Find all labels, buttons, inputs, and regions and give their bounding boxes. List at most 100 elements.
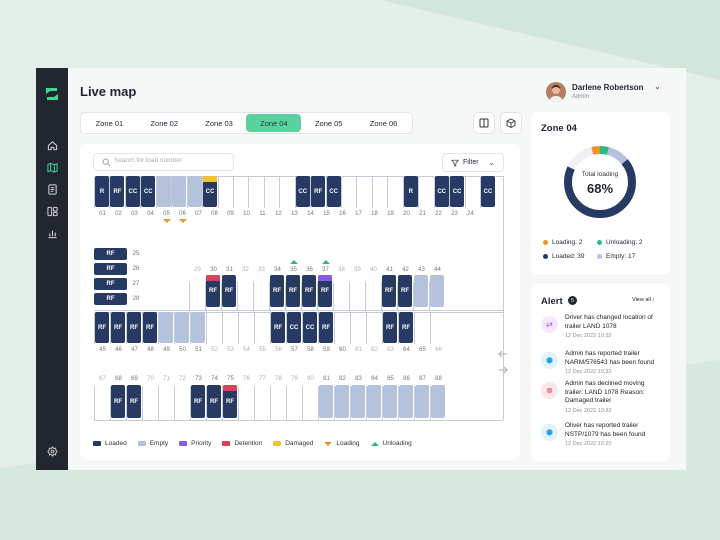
- parking-slot-r1-15[interactable]: CC: [326, 176, 341, 207]
- parking-slot-r4-18[interactable]: [383, 385, 397, 418]
- alert-date: 12 Dec 2022 10:20: [565, 441, 612, 447]
- parking-slot-r4-20[interactable]: [415, 385, 429, 418]
- filter-label: Filter: [463, 159, 479, 166]
- arrow-left-icon[interactable]: [498, 350, 508, 358]
- slot-type-label: RF: [305, 288, 313, 294]
- parking-slot-r2-13[interactable]: RF: [398, 275, 412, 307]
- document-icon[interactable]: [45, 182, 59, 196]
- parking-slot-r4-6[interactable]: RF: [191, 385, 205, 418]
- parking-slot-r1-25[interactable]: CC: [481, 176, 495, 207]
- view-all-link[interactable]: View all ›: [632, 297, 654, 303]
- parking-slot-r4-2[interactable]: RF: [127, 385, 141, 418]
- slot-number: 32: [242, 267, 249, 273]
- parking-slot-r2-8[interactable]: RF: [318, 275, 332, 307]
- parking-slot-r3-12[interactable]: CC: [287, 312, 301, 343]
- parking-slot-r3-19[interactable]: RF: [399, 312, 413, 343]
- parking-slot-r1-1[interactable]: RF: [110, 176, 125, 207]
- parking-slot-r3-0[interactable]: RF: [95, 312, 109, 343]
- alert-text: Oliver has reported trailer NSTP/1079 ha…: [565, 422, 663, 449]
- settings-icon[interactable]: [45, 444, 59, 458]
- parking-slot-r4-15[interactable]: [335, 385, 349, 418]
- tab-zone-2[interactable]: Zone 02: [137, 114, 192, 132]
- parking-slot-r2-2[interactable]: RF: [222, 275, 236, 307]
- parking-slot-r1-0[interactable]: R: [95, 176, 109, 207]
- parking-slot-r1-13[interactable]: CC: [295, 176, 310, 207]
- user-profile[interactable]: Darlene Robertson Admin ⌄: [546, 80, 666, 104]
- parking-slot-r4-14[interactable]: [319, 385, 333, 418]
- parking-slot-r1-2[interactable]: CC: [125, 176, 140, 207]
- parking-slot-r3-4[interactable]: [159, 312, 173, 343]
- parking-slot-r4-17[interactable]: [367, 385, 381, 418]
- tab-zone-5[interactable]: Zone 05: [301, 114, 356, 132]
- slot-type-label: RF: [146, 324, 154, 331]
- parking-slot-side-26[interactable]: RF: [94, 263, 127, 275]
- filter-button[interactable]: Filter ⌄: [442, 153, 504, 172]
- parking-slot-r3-18[interactable]: RF: [383, 312, 397, 343]
- parking-slot-r2-14[interactable]: [414, 275, 428, 307]
- parking-slot-r2-7[interactable]: RF: [302, 275, 316, 307]
- tab-zone-4[interactable]: Zone 04: [246, 114, 302, 132]
- chevron-right-icon: ›: [652, 297, 655, 303]
- parking-slot-r4-1[interactable]: RF: [111, 385, 125, 418]
- tab-zone-1[interactable]: Zone 01: [82, 114, 137, 132]
- parking-slot-r3-3[interactable]: RF: [143, 312, 157, 343]
- parking-slot-r1-5[interactable]: [172, 176, 187, 207]
- split-view-button[interactable]: [473, 112, 495, 134]
- 3d-view-button[interactable]: [500, 112, 522, 134]
- parking-slot-r4-19[interactable]: [399, 385, 413, 418]
- slot-number: 82: [339, 376, 346, 382]
- parking-slot-side-28[interactable]: RF: [94, 293, 127, 305]
- slot-type-label: RF: [274, 324, 282, 331]
- map-icon[interactable]: [45, 160, 59, 174]
- slot-number: 23: [451, 211, 458, 217]
- parking-slot-r2-6[interactable]: RF: [286, 275, 300, 307]
- parking-slot-r1-4[interactable]: [156, 176, 171, 207]
- parking-slot-side-25[interactable]: RF: [94, 248, 127, 260]
- parking-slot-r1-7[interactable]: CC: [203, 176, 218, 207]
- zone-stat: Unloading: 2: [597, 239, 643, 246]
- parking-slot-r2-5[interactable]: RF: [270, 275, 284, 307]
- parking-slot-r1-3[interactable]: CC: [141, 176, 156, 207]
- parking-slot-r3-13[interactable]: CC: [303, 312, 317, 343]
- tab-zone-3[interactable]: Zone 03: [192, 114, 247, 132]
- legend-swatch: [137, 441, 146, 446]
- parking-slot-r3-14[interactable]: RF: [319, 312, 333, 343]
- parking-slot-r4-7[interactable]: RF: [207, 385, 221, 418]
- parking-slot-r4-16[interactable]: [351, 385, 365, 418]
- search-input[interactable]: [114, 157, 229, 164]
- slot-number: 71: [163, 376, 170, 382]
- parking-slot-r2-15[interactable]: [430, 275, 444, 307]
- stat-dot: [597, 240, 602, 245]
- slot-number: 83: [355, 376, 362, 382]
- slot-type-label: RF: [106, 296, 115, 302]
- parking-slot-r3-6[interactable]: [191, 312, 205, 343]
- slot-number: 01: [99, 211, 106, 217]
- slot-type-label: RF: [113, 188, 122, 195]
- parking-slot-r3-5[interactable]: [175, 312, 189, 343]
- home-icon[interactable]: [45, 138, 59, 152]
- parking-slot-r3-11[interactable]: RF: [271, 312, 285, 343]
- layout-icon[interactable]: [45, 204, 59, 218]
- parking-slot-r3-1[interactable]: RF: [111, 312, 125, 343]
- tab-zone-6[interactable]: Zone 06: [356, 114, 411, 132]
- slot-number: 16: [339, 211, 346, 217]
- parking-slot-r1-22[interactable]: CC: [434, 176, 449, 207]
- parking-slot-side-27[interactable]: RF: [94, 278, 127, 290]
- grid-line: [253, 282, 254, 310]
- arrow-right-icon[interactable]: [498, 366, 508, 374]
- parking-slot-r1-6[interactable]: [187, 176, 202, 207]
- parking-slot-r4-21[interactable]: [431, 385, 445, 418]
- parking-slot-r2-12[interactable]: RF: [382, 275, 396, 307]
- parking-slot-r4-8[interactable]: RF: [223, 385, 237, 418]
- stat-dot: [543, 240, 548, 245]
- parking-slot-r3-2[interactable]: RF: [127, 312, 141, 343]
- loading-icon: [324, 441, 333, 446]
- parking-slot-r1-14[interactable]: RF: [311, 176, 326, 207]
- grid-line: [464, 176, 466, 208]
- parking-slot-r2-1[interactable]: RF: [206, 275, 220, 307]
- parking-slot-r1-20[interactable]: R: [403, 176, 418, 207]
- chevron-down-icon[interactable]: ⌄: [654, 82, 661, 91]
- parking-slot-r1-23[interactable]: CC: [450, 176, 465, 207]
- chart-icon[interactable]: [45, 226, 59, 240]
- slot-type-label: RF: [209, 288, 217, 294]
